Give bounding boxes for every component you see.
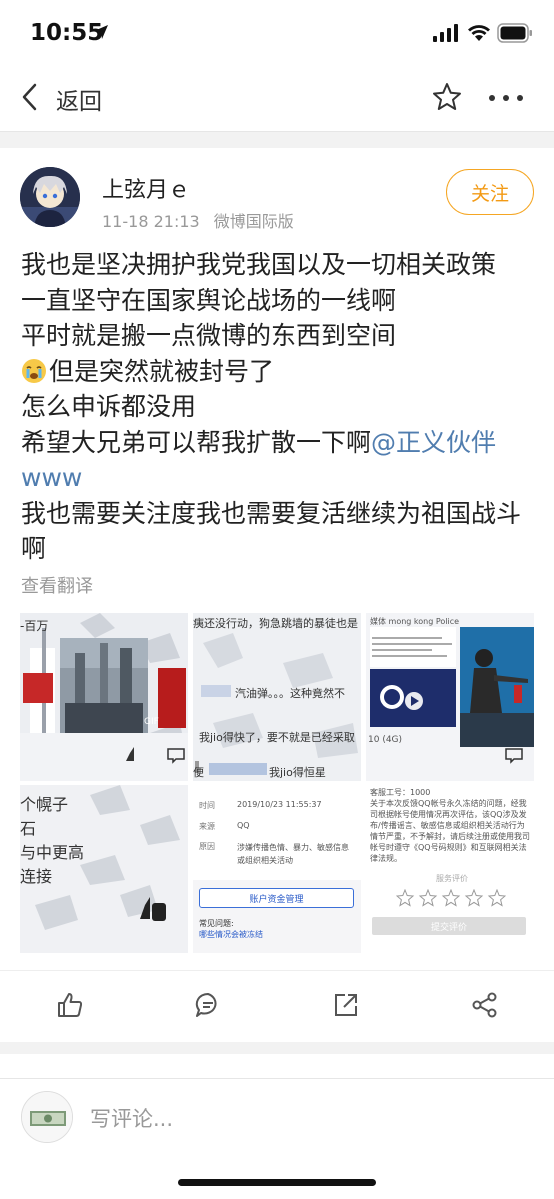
image-caption: 我jio得快了，要不就是已经采取	[199, 731, 355, 744]
image-caption: 汽油弹。。。这种竟然不	[235, 687, 345, 700]
repost-share-icon[interactable]	[332, 991, 360, 1019]
cellular-signal-icon	[433, 24, 458, 42]
post-line: 怎么申诉都没用	[21, 392, 197, 421]
image-caption: 媒体 mong kong Police	[370, 617, 460, 626]
user-avatar	[21, 1091, 73, 1143]
image-caption: 服务评价	[436, 874, 468, 883]
post-meta: 11-18 21:13 微博国际版	[102, 208, 294, 232]
image-tile[interactable]: 客服工号：1000 关于本次反馈QQ帐号永久冻结的问题，经我司根据帐号使用情况再…	[366, 785, 534, 953]
post-line: www	[21, 463, 83, 492]
image-caption: 连接	[20, 867, 53, 886]
back-button[interactable]: 返回	[56, 82, 102, 116]
comment-input[interactable]: 写评论...	[90, 1103, 173, 1133]
location-arrow-icon	[94, 25, 108, 39]
image-content	[20, 613, 188, 781]
image-caption: 客服工号：1000	[370, 788, 431, 797]
post-line-text: 但是突然就被封号了	[49, 356, 275, 386]
status-bar: 10:55	[0, 0, 554, 62]
image-caption: -百万	[20, 619, 49, 633]
crying-face-emoji-icon	[22, 358, 46, 383]
section-divider	[0, 132, 554, 148]
post-timestamp: 11-18 21:13	[102, 212, 200, 231]
image-caption: 2019/10/23 11:55:37	[237, 800, 322, 809]
username[interactable]: 上弦月ｅ	[102, 172, 190, 204]
image-caption: 哪些情况会被冻结	[199, 930, 263, 939]
battery-icon	[497, 23, 532, 43]
wifi-icon	[468, 25, 490, 41]
image-content	[366, 613, 534, 781]
post-line: 希望大兄弟可以帮我扩散一下啊@正义伙伴	[21, 425, 541, 461]
image-caption: 涉嫌传播色情、暴力、敏感信息或组织相关活动	[237, 843, 349, 865]
image-caption: 来源	[199, 822, 215, 831]
post-source: 微博国际版	[213, 212, 294, 231]
image-caption: 原因	[199, 842, 215, 851]
image-caption: QQ	[237, 821, 250, 830]
avatar[interactable]	[20, 167, 80, 227]
image-caption: 关于本次反馈QQ帐号永久冻结的问题，经我司根据帐号使用情况再次评估，该QQ涉及发…	[370, 799, 530, 863]
section-divider	[0, 1042, 554, 1054]
image-caption: 与中更高	[20, 843, 85, 862]
avatar-image	[20, 167, 80, 227]
home-indicator	[178, 1179, 376, 1186]
image-caption: 石	[20, 819, 37, 838]
comment-bar: 写评论...	[0, 1078, 554, 1158]
image-caption: 10 (4G)	[368, 735, 403, 745]
image-tile[interactable]: 媒体 mong kong Police 10 (4G)	[366, 613, 534, 781]
rating-stars-icon	[396, 889, 506, 907]
post-line: 平时就是搬一点微博的东西到空间	[21, 321, 397, 350]
post-line: 我也需要关注度我也需要复活继续为祖国战斗	[21, 498, 522, 528]
image-caption: 常见问题:	[199, 919, 234, 928]
post-line-text: 希望大兄弟可以帮我扩散一下啊	[21, 427, 372, 457]
image-caption: 个幌子	[20, 795, 69, 814]
image-grid: -百万 GIF 痍还没行动，狗急跳墙的暴徒也是 汽油弹。。。这种竟然不 我jio…	[20, 613, 534, 953]
like-thumb-icon[interactable]	[56, 991, 84, 1019]
translate-link[interactable]: 查看翻译	[21, 572, 93, 598]
navigation-bar: 返回	[0, 62, 554, 132]
image-tile[interactable]: 痍还没行动，狗急跳墙的暴徒也是 汽油弹。。。这种竟然不 我jio得快了，要不就是…	[193, 613, 361, 781]
gif-badge: GIF	[144, 717, 159, 727]
image-caption: 提交评价	[372, 917, 526, 935]
image-tile[interactable]: 时间 2019/10/23 11:55:37 来源 QQ 原因 涉嫌传播色情、暴…	[193, 785, 361, 953]
image-caption: 账户资金管理	[199, 888, 354, 908]
image-caption: 时间	[199, 801, 215, 810]
mention-link[interactable]: @正义伙伴	[371, 428, 496, 457]
post-action-bar	[0, 970, 554, 1042]
post-line: 我也是坚决拥护我党我国以及一切相关政策	[21, 250, 497, 279]
image-tile[interactable]: 个幌子 石 与中更高 连接	[20, 785, 188, 953]
follow-button[interactable]: 关注	[446, 169, 534, 215]
image-caption: 我jio得恒星	[269, 766, 326, 779]
image-caption: 便	[193, 766, 204, 779]
post-content: 我也是坚决拥护我党我国以及一切相关政策 一直坚守在国家舆论战场的一线啊 平时就是…	[21, 247, 541, 567]
back-chevron-icon[interactable]	[20, 82, 40, 112]
share-nodes-icon[interactable]	[471, 991, 499, 1019]
post-line: 啊	[21, 534, 47, 563]
image-tile[interactable]: -百万 GIF	[20, 613, 188, 781]
dollar-bill-avatar-icon	[22, 1092, 72, 1142]
favorite-star-icon[interactable]	[432, 82, 462, 112]
more-options-icon[interactable]	[488, 94, 524, 102]
image-caption: 痍还没行动，狗急跳墙的暴徒也是	[193, 617, 358, 630]
comment-bubble-icon[interactable]	[194, 991, 222, 1019]
post-line: 但是突然就被封号了	[21, 354, 541, 390]
post-line: 一直坚守在国家舆论战场的一线啊	[21, 285, 397, 315]
